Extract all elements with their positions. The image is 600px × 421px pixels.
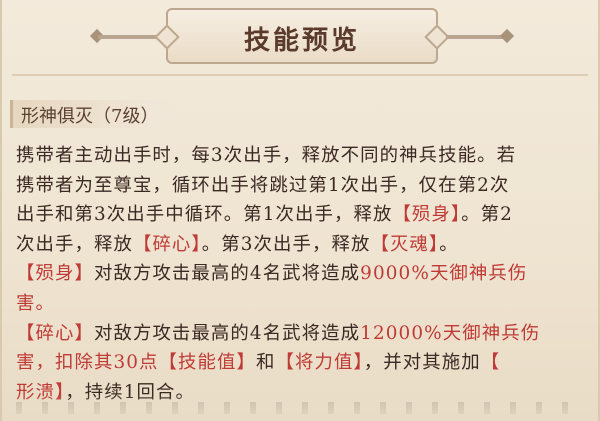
description-line-6: 害。 — [16, 289, 588, 319]
ornament-line-right — [446, 35, 506, 39]
ornament-right-icon — [499, 28, 515, 44]
keyword-bracket-open: 【 — [480, 352, 501, 374]
description-line-1: 携带者主动出手时，每3次出手，释放不同的神兵技能。若 — [16, 145, 517, 166]
line-text: 对敌方攻击最高的4名武将造成 — [93, 263, 361, 285]
damage-type-cont: 害，扣除其30点 — [16, 352, 159, 374]
description-line-4: 次出手，释放【碎心】。第3次出手，释放【灭魂】。 — [16, 230, 588, 260]
damage-type-cont: 害。 — [16, 292, 55, 314]
skill-name: 形神俱灭（7级） — [21, 106, 159, 127]
description-line-5: 【殒身】对敌方攻击最高的4名武将造成9000%天御神兵伤 — [16, 259, 588, 289]
line-text: 对敌方攻击最高的4名武将造成 — [93, 322, 361, 344]
page-title: 技能预览 — [243, 26, 360, 56]
skill-preview-panel: 技能预览 形神俱灭（7级） 携带者主动出手时，每3次出手，释放不同的神兵技能。若… — [0, 0, 600, 421]
line-text: 次出手，释放 — [16, 233, 133, 255]
line-text: 出手和第3次出手中循环。第1次出手，释放 — [16, 204, 393, 226]
keyword-skill-value: 【技能值】 — [158, 352, 257, 374]
skill-description: 携带者主动出手时，每3次出手，释放不同的神兵技能。若 携带者为至尊宝，循环出手将… — [16, 141, 588, 407]
description-line-3: 出手和第3次出手中循环。第1次出手，释放【殒身】。第2 — [16, 200, 588, 230]
damage-type: 天御神兵伤 — [429, 263, 528, 285]
description-line-7: 【碎心】对敌方攻击最高的4名武将造成12000%天御神兵伤 — [16, 319, 588, 349]
divider — [12, 74, 588, 76]
keyword-suixin: 【碎心】 — [16, 322, 94, 344]
line-text: 。 — [439, 233, 459, 255]
line-text: 。第2 — [461, 204, 513, 226]
keyword-miehun: 【灭魂】 — [370, 233, 440, 255]
keyword-suixin: 【碎心】 — [132, 233, 202, 255]
description-line-8: 害，扣除其30点【技能值】和【将力值】，并对其施加【 — [16, 348, 588, 378]
ornament-line-left — [98, 35, 158, 39]
keyword-yunshen: 【殒身】 — [392, 204, 462, 226]
description-line-2: 携带者为至尊宝，循环出手将跳过第1次出手，仅在第2次 — [16, 174, 510, 196]
line-text: 。第3次出手，释放 — [201, 233, 371, 255]
damage-type: 天御神兵伤 — [442, 322, 541, 344]
damage-value: 9000% — [360, 263, 430, 285]
keyword-general-power: 【将力值】 — [275, 352, 364, 374]
bottom-fade — [2, 395, 598, 421]
skill-name-bar: 形神俱灭（7级） — [10, 100, 189, 128]
line-text: ，并对其施加 — [363, 352, 481, 374]
title-plate: 技能预览 — [166, 8, 438, 64]
line-text: 和 — [256, 352, 276, 374]
keyword-yunshen: 【殒身】 — [16, 263, 94, 285]
header-banner: 技能预览 — [2, 0, 600, 72]
damage-value: 12000% — [360, 322, 443, 344]
